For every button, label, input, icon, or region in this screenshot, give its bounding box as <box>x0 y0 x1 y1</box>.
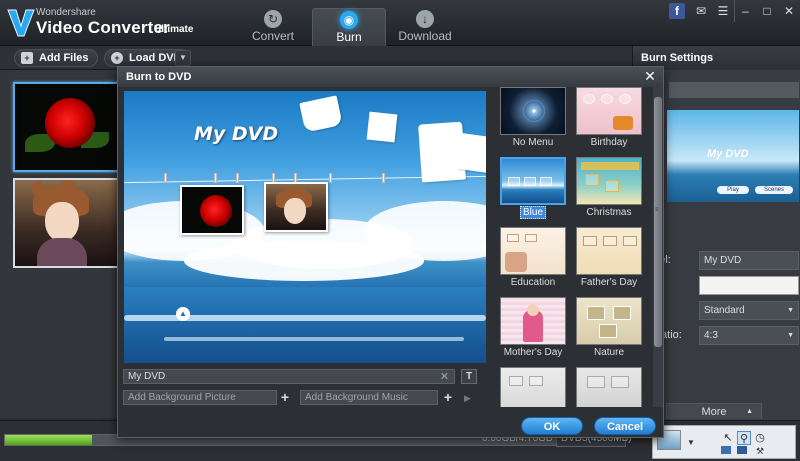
template-list: No Menu Birthday Blue Christmas Educatio… <box>492 87 650 407</box>
template-scrollbar[interactable]: ≡ <box>653 87 663 407</box>
template-label: Blue <box>494 206 572 219</box>
template-christmas[interactable]: Christmas <box>576 157 642 224</box>
dialog-title: Burn to DVD <box>118 67 663 87</box>
background-music-input[interactable]: Add Background Music <box>300 390 438 405</box>
background-picture-placeholder: Add Background Picture <box>128 392 236 403</box>
modal-overlay: Burn to DVD ✕ My DVD ▲ My DVD ✕ T Add Ba… <box>0 0 800 461</box>
play-icon[interactable]: ▲ <box>176 307 190 321</box>
template-label: Father's Day <box>580 277 638 288</box>
template-no-menu[interactable]: No Menu <box>500 87 566 154</box>
template-label: Birthday <box>590 137 628 148</box>
shirt-shape <box>457 133 486 173</box>
template-label: Nature <box>593 347 624 358</box>
dvd-menu-title: My DVD <box>194 123 279 145</box>
template-item[interactable] <box>500 367 566 407</box>
chapter-thumbnail-2[interactable] <box>264 182 328 232</box>
template-label: Mother's Day <box>503 347 563 358</box>
background-music-placeholder: Add Background Music <box>305 392 408 403</box>
sea-shape <box>124 287 486 363</box>
template-fathers-day[interactable]: Father's Day <box>576 227 642 294</box>
clear-icon[interactable]: ✕ <box>440 370 449 383</box>
app-window: Wondershare Video Converter Ultimate ↻ C… <box>0 0 800 461</box>
scrollbar-thumb[interactable] <box>654 97 662 347</box>
disc-icon <box>523 100 545 122</box>
template-blue[interactable]: Blue <box>500 157 566 224</box>
add-picture-icon[interactable]: + <box>277 390 293 405</box>
add-music-icon[interactable]: + <box>440 390 456 405</box>
template-mothers-day[interactable]: Mother's Day <box>500 297 566 364</box>
template-nature[interactable]: Nature <box>576 297 642 364</box>
chapter-thumbnail-1[interactable] <box>180 185 244 235</box>
template-education[interactable]: Education <box>500 227 566 294</box>
template-label: Christmas <box>586 207 632 218</box>
template-label: Education <box>510 277 556 288</box>
grip-icon: ≡ <box>655 207 659 213</box>
cancel-button[interactable]: Cancel <box>594 417 656 435</box>
dvd-title-input[interactable]: My DVD ✕ <box>123 369 455 384</box>
close-icon[interactable]: ✕ <box>643 69 657 83</box>
background-picture-input[interactable]: Add Background Picture <box>123 390 277 405</box>
template-label: No Menu <box>512 137 554 148</box>
text-format-button[interactable]: T <box>461 369 477 384</box>
shirt-shape <box>299 95 343 133</box>
play-music-icon[interactable]: ▶ <box>464 393 471 404</box>
ok-button[interactable]: OK <box>521 417 583 435</box>
template-item[interactable] <box>576 367 642 407</box>
template-birthday[interactable]: Birthday <box>576 87 642 154</box>
dvd-menu-preview: My DVD ▲ <box>124 91 486 363</box>
shirt-shape <box>418 121 466 183</box>
burn-to-dvd-dialog: Burn to DVD ✕ My DVD ▲ My DVD ✕ T Add Ba… <box>117 66 664 438</box>
dvd-title-value: My DVD <box>128 371 166 382</box>
shirt-shape <box>366 111 398 143</box>
